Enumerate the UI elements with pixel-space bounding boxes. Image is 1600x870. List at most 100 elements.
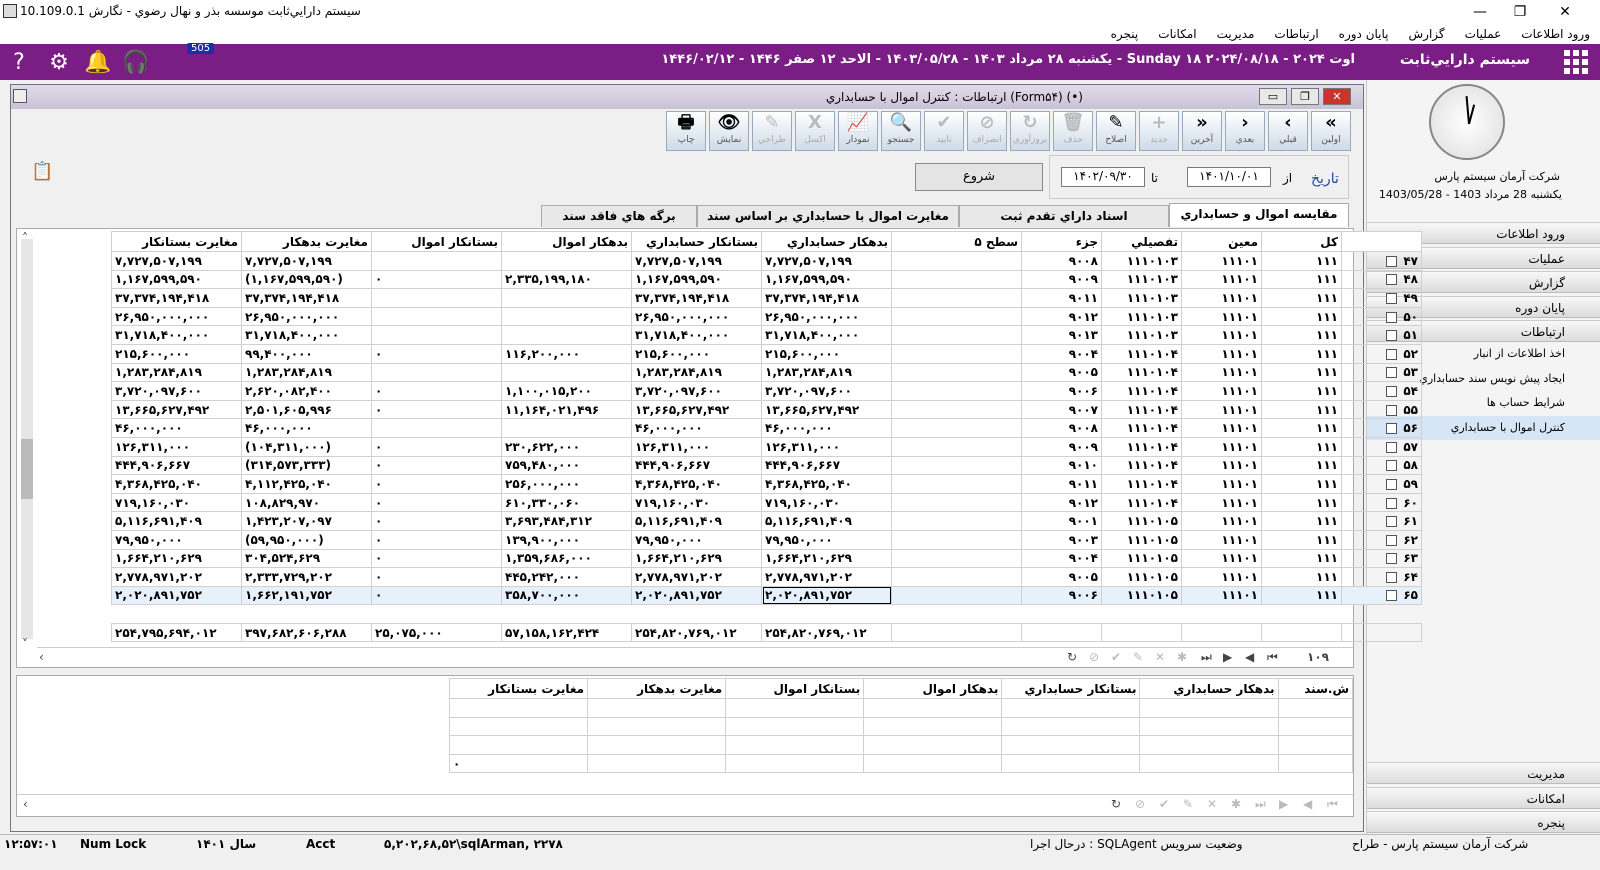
- next-record-icon[interactable]: ▶: [1223, 650, 1232, 664]
- table-cell[interactable]: ۱۱۱۰۱۰۴: [1101, 418, 1182, 438]
- table-cell[interactable]: ۱۱۱۰۱: [1181, 399, 1262, 420]
- table-cell[interactable]: [371, 288, 502, 308]
- table-cell[interactable]: [891, 436, 1022, 457]
- table-cell[interactable]: ۷,۷۲۷,۵۰۷,۱۹۹: [241, 251, 372, 271]
- table-cell[interactable]: ۱۱۱۰۱: [1181, 455, 1262, 476]
- table-cell[interactable]: ۱,۱۶۷,۵۹۹,۵۹۰: [111, 269, 242, 290]
- table-cell[interactable]: ۱۱۱: [1261, 585, 1342, 606]
- table-cell[interactable]: ۱۱۱۰۱: [1181, 343, 1262, 364]
- table-cell[interactable]: ۱۱۱: [1261, 399, 1342, 420]
- cancel-icon[interactable]: ⊘: [1089, 650, 1099, 664]
- table-cell[interactable]: [371, 418, 502, 438]
- table-cell[interactable]: ۲,۰۲۰,۸۹۱,۷۵۲: [761, 585, 892, 606]
- table-cell[interactable]: ۹۰۰۸: [1021, 418, 1102, 438]
- tab[interactable]: مغايرت اموال با حسابداري بر اساس سند: [697, 205, 959, 227]
- table-row[interactable]: ۲,۰۲۰,۸۹۱,۷۵۲ ۱,۶۶۲,۱۹۱,۷۵۲ ۰ ۳۵۸,۷۰۰,۰۰۰ ۲,…: [111, 585, 1474, 606]
- table-cell[interactable]: ۱۱۱: [1261, 325, 1342, 345]
- table-cell[interactable]: [891, 567, 1022, 587]
- to-date-input[interactable]: ۱۴۰۲/۰۹/۳۰: [1061, 167, 1145, 187]
- table-cell[interactable]: ۲,۷۷۸,۹۷۱,۲۰۲: [111, 567, 242, 587]
- table-cell[interactable]: ۹۰۰۵: [1021, 362, 1102, 383]
- table-cell[interactable]: [501, 288, 632, 308]
- toolbar-button[interactable]: » آخرين: [1182, 111, 1222, 151]
- table-row[interactable]: ۷۹,۹۵۰,۰۰۰ (۵۹,۹۵۰,۰۰۰) ۰ ۱۳۹,۹۰۰,۰۰۰ ۷۹,۹۵۰…: [111, 529, 1474, 550]
- row-checkbox[interactable]: [1386, 423, 1398, 435]
- row-select-cell[interactable]: ۶۰: [1341, 492, 1422, 513]
- table-cell[interactable]: [891, 343, 1022, 364]
- menu-item[interactable]: مديريت: [1207, 24, 1265, 44]
- table-cell[interactable]: ۱۱۱۰۱۰۵: [1101, 548, 1182, 569]
- table-cell[interactable]: ۴,۳۶۸,۴۲۵,۰۴۰: [761, 474, 892, 494]
- table-cell[interactable]: ۱۱۱۰۱۰۵: [1101, 567, 1182, 587]
- row-checkbox[interactable]: [1386, 571, 1398, 583]
- table-cell[interactable]: ۱۱۱۰۱۰۴: [1101, 381, 1182, 401]
- table-cell[interactable]: ۴۶,۰۰۰,۰۰۰: [631, 418, 762, 438]
- table-row[interactable]: ۱۳,۶۶۵,۶۲۷,۴۹۲ ۲,۵۰۱,۶۰۵,۹۹۶ ۰ ۱۱,۱۶۴,۰۲۱,۴…: [111, 399, 1474, 420]
- column-header[interactable]: بستانکار اموال: [725, 678, 865, 699]
- table-cell[interactable]: ۰: [371, 399, 502, 420]
- table-cell[interactable]: ۷۱۹,۱۶۰,۰۳۰: [761, 492, 892, 513]
- column-header[interactable]: بستانکار حسابداري: [1001, 678, 1141, 699]
- table-cell[interactable]: ۰: [371, 585, 502, 606]
- start-button[interactable]: شروع: [915, 163, 1043, 191]
- prev-record-icon[interactable]: ◀: [1303, 797, 1312, 811]
- table-cell[interactable]: ۹۰۰۵: [1021, 567, 1102, 587]
- table-row[interactable]: ۱۲۶,۳۱۱,۰۰۰ (۱۰۴,۳۱۱,۰۰۰) ۰ ۲۳۰,۶۲۲,۰۰۰ ۱۲۶,…: [111, 436, 1474, 457]
- table-cell[interactable]: ۱۱,۱۶۴,۰۲۱,۴۹۶: [501, 399, 632, 420]
- row-checkbox[interactable]: [1386, 516, 1398, 528]
- table-row[interactable]: ۷۱۹,۱۶۰,۰۳۰ ۱۰۸,۸۲۹,۹۷۰ ۰ ۶۱۰,۳۳۰,۰۶۰ ۷۱۹,۱۶…: [111, 492, 1474, 513]
- hscroll-left-icon[interactable]: ‹: [39, 650, 44, 664]
- menu-item[interactable]: گزارش: [1399, 24, 1455, 44]
- table-cell[interactable]: ۳۷,۳۷۴,۱۹۴,۴۱۸: [111, 288, 242, 308]
- table-row[interactable]: ۲,۷۷۸,۹۷۱,۲۰۲ ۲,۳۳۳,۷۲۹,۲۰۲ ۰ ۴۴۵,۲۴۲,۰۰۰ ۲,…: [111, 567, 1474, 587]
- table-cell[interactable]: ۳,۷۲۰,۰۹۷,۶۰۰: [631, 381, 762, 401]
- delete-icon[interactable]: ✕: [1155, 650, 1165, 664]
- table-row[interactable]: ۱,۲۸۳,۲۸۴,۸۱۹ ۱,۲۸۳,۲۸۴,۸۱۹ ۱,۲۸۳,۲۸۴,۸۱۹ ۱…: [111, 362, 1474, 383]
- menu-item[interactable]: پايان دوره: [1329, 24, 1399, 44]
- table-row[interactable]: ۴۶,۰۰۰,۰۰۰ ۴۶,۰۰۰,۰۰۰ ۴۶,۰۰۰,۰۰۰ ۴۶,۰۰۰,۰۰۰…: [111, 418, 1474, 438]
- table-cell[interactable]: [891, 306, 1022, 327]
- row-checkbox[interactable]: [1386, 553, 1398, 565]
- table-cell[interactable]: ۱۱۱۰۱: [1181, 436, 1262, 457]
- table-cell[interactable]: ۱۱۱۰۱: [1181, 288, 1262, 308]
- column-header[interactable]: بدهکار حسابداري: [761, 231, 892, 252]
- table-cell[interactable]: ۲۱۵,۶۰۰,۰۰۰: [631, 343, 762, 364]
- table-cell[interactable]: [891, 418, 1022, 438]
- column-header[interactable]: بدهکار حسابداري: [1139, 678, 1279, 699]
- table-cell[interactable]: ۱۳,۶۶۵,۶۲۷,۴۹۲: [111, 399, 242, 420]
- table-cell[interactable]: [501, 418, 632, 438]
- table-cell[interactable]: ۳۱,۷۱۸,۴۰۰,۰۰۰: [631, 325, 762, 345]
- table-cell[interactable]: ۳۰۴,۵۲۴,۶۲۹: [241, 548, 372, 569]
- table-cell[interactable]: ۷,۷۲۷,۵۰۷,۱۹۹: [111, 251, 242, 271]
- row-checkbox[interactable]: [1386, 385, 1398, 397]
- toolbar-button[interactable]: › بعدي: [1225, 111, 1265, 151]
- table-cell[interactable]: ۱۲۶,۳۱۱,۰۰۰: [761, 436, 892, 457]
- export-icon[interactable]: 📋: [31, 161, 53, 182]
- column-header[interactable]: بستانکار حسابداري: [631, 231, 762, 252]
- row-checkbox[interactable]: [1386, 497, 1398, 509]
- table-cell[interactable]: (۵۹,۹۵۰,۰۰۰): [241, 529, 372, 550]
- column-header[interactable]: جزء: [1021, 231, 1102, 252]
- row-select-cell[interactable]: ۶۵: [1341, 585, 1422, 606]
- delete-icon[interactable]: ✕: [1207, 797, 1217, 811]
- column-header[interactable]: تفصيلي: [1101, 231, 1182, 252]
- table-cell[interactable]: [891, 585, 1022, 606]
- table-cell[interactable]: ۱۰۸,۸۲۹,۹۷۰: [241, 492, 372, 513]
- table-cell[interactable]: [891, 362, 1022, 383]
- table-cell[interactable]: ۱۱۱۰۱: [1181, 492, 1262, 513]
- table-cell[interactable]: ۱۱۱: [1261, 511, 1342, 531]
- table-cell[interactable]: ۱۱۱۰۱۰۴: [1101, 492, 1182, 513]
- table-cell[interactable]: ۱,۲۸۳,۲۸۴,۸۱۹: [111, 362, 242, 383]
- table-cell[interactable]: ۴۶,۰۰۰,۰۰۰: [111, 418, 242, 438]
- form-close-button[interactable]: ✕: [1323, 88, 1351, 105]
- table-cell[interactable]: [371, 362, 502, 383]
- table-cell[interactable]: [891, 381, 1022, 401]
- table-row[interactable]: ۲۱۵,۶۰۰,۰۰۰ ۹۹,۴۰۰,۰۰۰ ۰ ۱۱۶,۲۰۰,۰۰۰ ۲۱۵,۶۰۰…: [111, 343, 1474, 364]
- row-checkbox[interactable]: [1386, 367, 1398, 379]
- table-cell[interactable]: ۷,۷۲۷,۵۰۷,۱۹۹: [761, 251, 892, 271]
- table-cell[interactable]: ۱,۱۰۰,۰۱۵,۲۰۰: [501, 381, 632, 401]
- table-cell[interactable]: ۴۴۴,۹۰۶,۶۶۷: [761, 455, 892, 476]
- table-cell[interactable]: ۱۱۱: [1261, 288, 1342, 308]
- form-minimize-button[interactable]: ▭: [1259, 88, 1287, 105]
- vertical-scrollbar[interactable]: [21, 239, 33, 639]
